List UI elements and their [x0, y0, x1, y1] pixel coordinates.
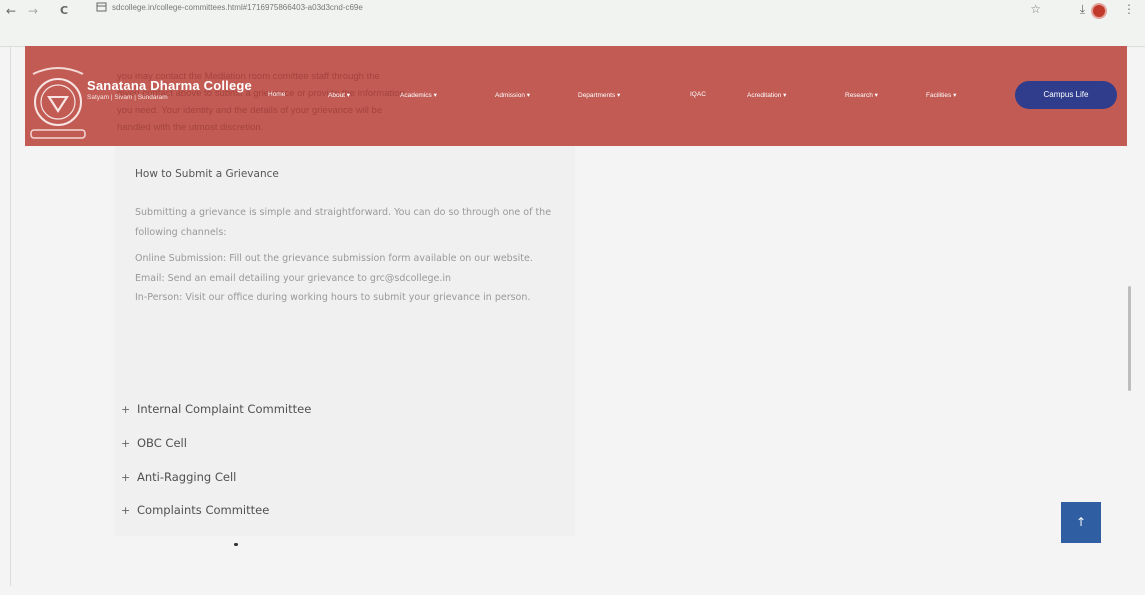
forward-icon[interactable]: →: [28, 4, 38, 18]
nav-home[interactable]: Home: [268, 91, 285, 98]
site-info-icon[interactable]: [96, 2, 108, 12]
nav-academics[interactable]: Academics ▾: [400, 91, 437, 99]
nav-research[interactable]: Research ▾: [845, 91, 878, 99]
accordion-internal-complaint-committee[interactable]: + Internal Complaint Committee: [121, 402, 311, 416]
main-nav: Home About ▾ Academics ▾ Admission ▾ Dep…: [25, 91, 1127, 105]
profile-avatar-icon[interactable]: [1091, 3, 1107, 19]
section-heading: How to Submit a Grievance: [135, 168, 279, 180]
plus-icon: +: [121, 437, 131, 450]
page-left-border: [10, 46, 11, 586]
nav-facilities[interactable]: Facilities ▾: [926, 91, 956, 99]
reload-icon[interactable]: C: [60, 4, 68, 17]
obscured-line: handled with the utmost discretion.: [117, 122, 264, 133]
stray-dot: [234, 543, 238, 546]
browser-toolbar: ← → C sdcollege.in/college-committees.ht…: [0, 0, 1145, 47]
accordion-complaints-committee[interactable]: + Complaints Committee: [121, 503, 269, 517]
address-bar[interactable]: sdcollege.in/college-committees.html#171…: [112, 3, 363, 12]
accordion-anti-ragging-cell[interactable]: + Anti-Ragging Cell: [121, 470, 236, 484]
nav-admission[interactable]: Admission ▾: [495, 91, 530, 99]
channel-online: Online Submission: Fill out the grievanc…: [135, 253, 533, 264]
scroll-to-top-button[interactable]: ↑: [1061, 502, 1101, 543]
channel-email: Email: Send an email detailing your grie…: [135, 272, 452, 284]
bookmark-star-icon[interactable]: ☆: [1030, 2, 1041, 16]
site-header: you may contact the Mediation room comit…: [25, 46, 1127, 146]
nav-about[interactable]: About ▾: [328, 91, 350, 99]
plus-icon: +: [121, 504, 131, 517]
nav-departments[interactable]: Departments ▾: [578, 91, 620, 99]
channel-in-person: In-Person: Visit our office during worki…: [135, 292, 531, 303]
channels-list: Online Submission: Fill out the grievanc…: [135, 249, 560, 308]
accordion-label: Internal Complaint Committee: [137, 402, 312, 416]
intro-paragraph: Submitting a grievance is simple and str…: [135, 207, 552, 238]
arrow-up-icon: ↑: [1075, 515, 1087, 529]
accordion-label: Anti-Ragging Cell: [137, 470, 237, 484]
campus-life-button[interactable]: Campus Life: [1015, 81, 1117, 109]
accordion-obc-cell[interactable]: + OBC Cell: [121, 436, 187, 450]
browser-menu-icon[interactable]: ⋮: [1123, 2, 1135, 16]
nav-iqac[interactable]: IQAC: [690, 91, 706, 98]
back-icon[interactable]: ←: [6, 4, 16, 18]
accordion-label: Complaints Committee: [137, 503, 270, 517]
download-icon[interactable]: ⤓: [1080, 2, 1085, 17]
nav-acreditation[interactable]: Acreditation ▾: [747, 91, 786, 99]
accordion-label: OBC Cell: [137, 436, 187, 450]
page-scrollbar-thumb[interactable]: [1128, 286, 1131, 391]
plus-icon: +: [121, 403, 131, 416]
plus-icon: +: [121, 471, 131, 484]
